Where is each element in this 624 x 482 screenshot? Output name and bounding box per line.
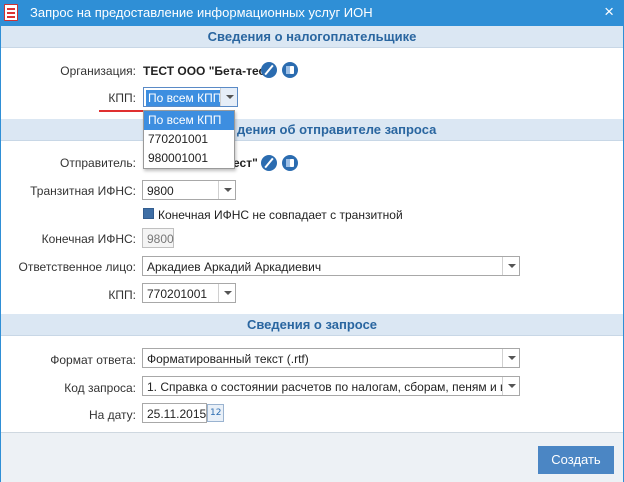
window-title: Запрос на предоставление информационных … (30, 5, 373, 20)
kpp-label: КПП: (108, 91, 136, 105)
section-header-sender-text: дения об отправителе запроса (237, 122, 437, 137)
response-format-value: Форматированный текст (.rtf) (147, 352, 309, 366)
organization-directory-button[interactable] (282, 62, 298, 78)
request-code-select[interactable]: 1. Справка о состоянии расчетов по налог… (142, 376, 520, 396)
edit-organization-button[interactable] (261, 62, 277, 78)
date-field[interactable]: 25.11.2015 (142, 403, 207, 423)
kpp-select-value: По всем КПП (146, 90, 224, 106)
chevron-down-icon[interactable] (502, 377, 519, 395)
kpp-option[interactable]: 770201001 (144, 130, 234, 149)
final-ifns-label: Конечная ИФНС: (41, 232, 136, 246)
create-button[interactable]: Создать (538, 446, 614, 474)
sender-value: ест" (233, 156, 258, 170)
kpp-select[interactable]: По всем КПП (143, 87, 238, 107)
organization-value: ТЕСТ ООО "Бета-тест" (143, 64, 277, 78)
final-ifns-differs-checkbox[interactable] (143, 208, 154, 219)
request-code-label: Код запроса: (64, 381, 136, 395)
sender-kpp-label: КПП: (108, 288, 136, 302)
chevron-down-icon[interactable] (502, 349, 519, 367)
sender-directory-button[interactable] (282, 155, 298, 171)
kpp-dropdown-list: По всем КПП 770201001 980001001 (143, 110, 235, 169)
chevron-down-icon[interactable] (218, 181, 235, 199)
document-icon (4, 4, 18, 21)
calendar-icon[interactable] (207, 404, 224, 422)
response-format-select[interactable]: Форматированный текст (.rtf) (142, 348, 520, 368)
final-ifns-field: 9800 (142, 228, 174, 248)
responsible-person-label: Ответственное лицо: (18, 260, 136, 274)
chevron-down-icon[interactable] (220, 88, 237, 106)
section-header-sender: дения об отправителе запроса (1, 119, 623, 141)
final-ifns-differs-label[interactable]: Конечная ИФНС не совпадает с транзитной (158, 208, 403, 222)
responsible-person-value: Аркадиев Аркадий Аркадиевич (147, 260, 322, 274)
transit-ifns-select[interactable]: 9800 (142, 180, 236, 200)
dialog-footer (1, 432, 623, 482)
response-format-label: Формат ответа: (50, 353, 136, 367)
request-code-value: 1. Справка о состоянии расчетов по налог… (147, 380, 502, 394)
transit-ifns-value: 9800 (147, 184, 174, 198)
date-label: На дату: (88, 408, 136, 422)
red-underline (99, 110, 143, 112)
kpp-option[interactable]: По всем КПП (144, 111, 234, 130)
section-header-request: Сведения о запросе (1, 314, 623, 336)
chevron-down-icon[interactable] (502, 257, 519, 275)
close-button[interactable]: × (604, 2, 614, 22)
section-header-taxpayer: Сведения о налогоплательщике (1, 26, 623, 48)
kpp-option[interactable]: 980001001 (144, 149, 234, 168)
chevron-down-icon[interactable] (218, 284, 235, 302)
transit-ifns-label: Транзитная ИФНС: (30, 184, 136, 198)
edit-sender-button[interactable] (261, 155, 277, 171)
sender-label: Отправитель: (60, 156, 136, 170)
sender-kpp-select[interactable]: 770201001 (142, 283, 236, 303)
title-bar: Запрос на предоставление информационных … (0, 0, 624, 26)
window-border (0, 26, 1, 482)
responsible-person-select[interactable]: Аркадиев Аркадий Аркадиевич (142, 256, 520, 276)
organization-label: Организация: (60, 64, 136, 78)
sender-kpp-value: 770201001 (147, 287, 208, 301)
